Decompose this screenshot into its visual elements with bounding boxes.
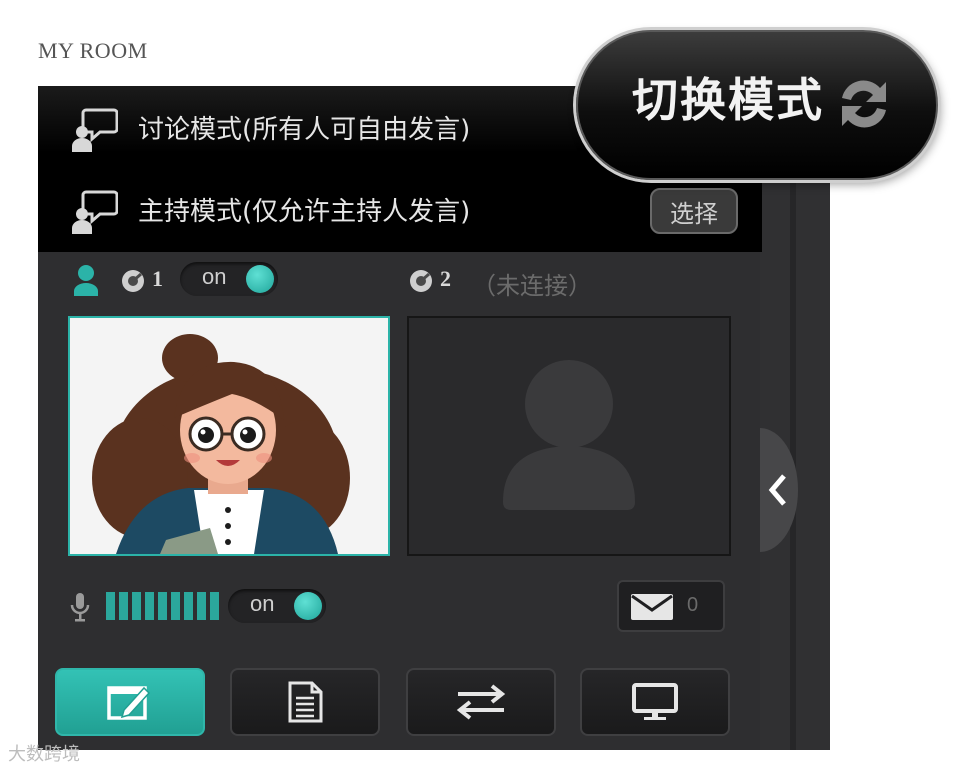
video-toggle-label: on: [202, 264, 227, 289]
document-icon: [288, 681, 323, 723]
video-toggle-knob: [246, 265, 274, 293]
slot-1-indicator-icon: [122, 270, 144, 292]
document-button[interactable]: [230, 668, 380, 736]
refresh-arrows-icon: [842, 80, 886, 128]
user-icon: [74, 265, 98, 296]
speech-person-icon: [72, 190, 118, 234]
audio-level-meter: [106, 592, 219, 620]
room-title: MY ROOM: [38, 38, 148, 63]
slot-2-indicator-icon: [410, 270, 432, 292]
mode-label-discussion: 讨论模式(所有人可自由发言): [138, 114, 471, 145]
audio-toggle-knob: [294, 592, 322, 620]
audio-level-bar: [171, 592, 180, 620]
screen-share-icon: [632, 683, 678, 720]
audio-toggle-label: on: [250, 591, 275, 616]
mode-item-host[interactable]: 主持模式(仅允许主持人发言) 选择: [38, 168, 762, 250]
swap-button[interactable]: [406, 668, 556, 736]
audio-toggle[interactable]: on: [228, 589, 326, 623]
slot-2-status: （未连接）: [472, 272, 592, 300]
audio-level-bar: [119, 592, 128, 620]
slot-2-number: 2: [440, 266, 451, 291]
whiteboard-button[interactable]: [55, 668, 205, 736]
envelope-icon: [631, 594, 673, 620]
speech-person-icon: [72, 108, 118, 152]
empty-user-silhouette-icon: [503, 360, 635, 510]
swap-arrows-icon: [456, 684, 506, 720]
watermark: 大数跨境: [8, 744, 80, 765]
audio-level-bar: [210, 592, 219, 620]
audio-level-bar: [197, 592, 206, 620]
audio-level-bar: [184, 592, 193, 620]
select-button[interactable]: 选择: [650, 188, 738, 234]
switch-mode-label: 切换模式: [632, 73, 824, 127]
video-tile-1[interactable]: [68, 316, 390, 556]
audio-level-bar: [145, 592, 154, 620]
microphone-icon: [70, 593, 90, 622]
audio-level-bar: [106, 592, 115, 620]
audio-level-bar: [158, 592, 167, 620]
video-toggle[interactable]: on: [180, 262, 278, 296]
whiteboard-edit-icon: [107, 686, 151, 720]
message-count: 0: [687, 594, 699, 616]
switch-mode-button[interactable]: 切换模式: [576, 30, 938, 180]
audio-level-bar: [132, 592, 141, 620]
side-rail-divider: [790, 86, 796, 750]
video-tile-2[interactable]: [407, 316, 731, 556]
mode-label-host: 主持模式(仅允许主持人发言): [138, 196, 471, 227]
collapse-panel-button[interactable]: [760, 428, 798, 552]
screen-share-button[interactable]: [580, 668, 730, 736]
slot-1-number: 1: [152, 266, 163, 291]
messages-button[interactable]: 0: [617, 580, 725, 632]
participant-avatar: [70, 318, 388, 554]
